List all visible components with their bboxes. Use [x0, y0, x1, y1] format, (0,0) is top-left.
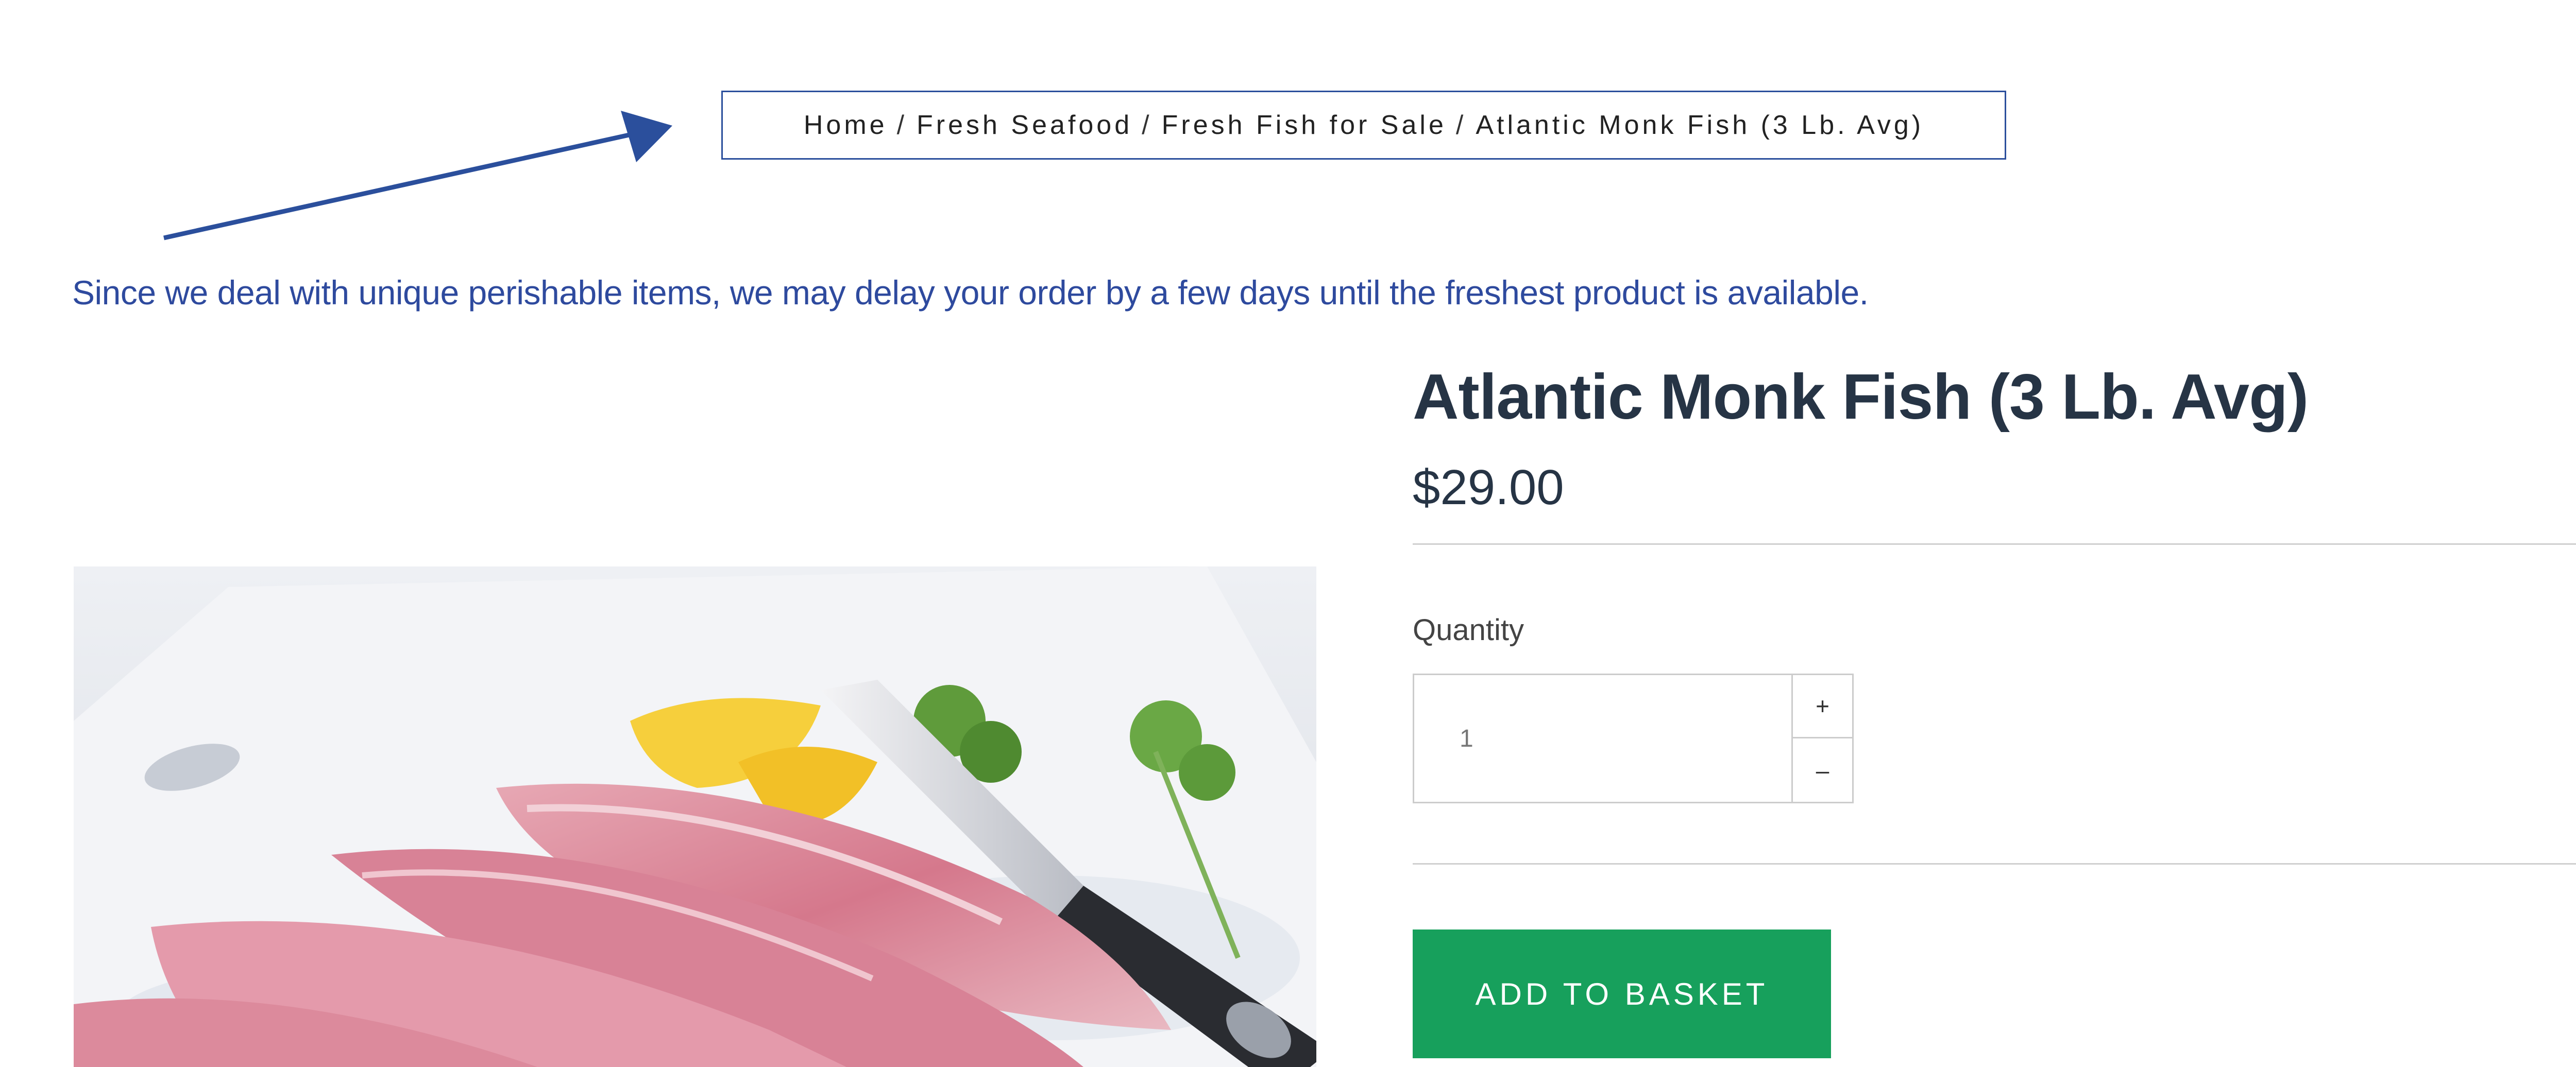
quantity-stepper: + –	[1413, 674, 1854, 803]
annotation-arrow	[163, 111, 672, 240]
quantity-label: Quantity	[1413, 613, 1524, 647]
divider	[1413, 863, 2576, 865]
product-title: Atlantic Monk Fish (3 Lb. Avg)	[1413, 362, 2309, 433]
breadcrumb: Home / Fresh Seafood / Fresh Fish for Sa…	[721, 91, 2006, 160]
breadcrumb-fresh-seafood[interactable]: Fresh Seafood	[917, 110, 1132, 141]
product-image	[74, 566, 1316, 1067]
add-to-basket-button[interactable]: ADD TO BASKET	[1413, 930, 1831, 1058]
quantity-increment-button[interactable]: +	[1791, 675, 1852, 738]
divider	[1413, 543, 2576, 545]
product-price: $29.00	[1413, 460, 1564, 515]
breadcrumb-current: Atlantic Monk Fish (3 Lb. Avg)	[1476, 110, 1924, 140]
breadcrumb-separator: /	[896, 110, 908, 140]
perishable-notice: Since we deal with unique perishable ite…	[72, 273, 1869, 312]
breadcrumb-home[interactable]: Home	[804, 110, 888, 141]
quantity-input[interactable]	[1414, 675, 1791, 802]
quantity-decrement-button[interactable]: –	[1791, 738, 1852, 802]
breadcrumb-separator: /	[1455, 110, 1467, 140]
breadcrumb-separator: /	[1142, 110, 1153, 140]
breadcrumb-fresh-fish[interactable]: Fresh Fish for Sale	[1162, 110, 1447, 141]
